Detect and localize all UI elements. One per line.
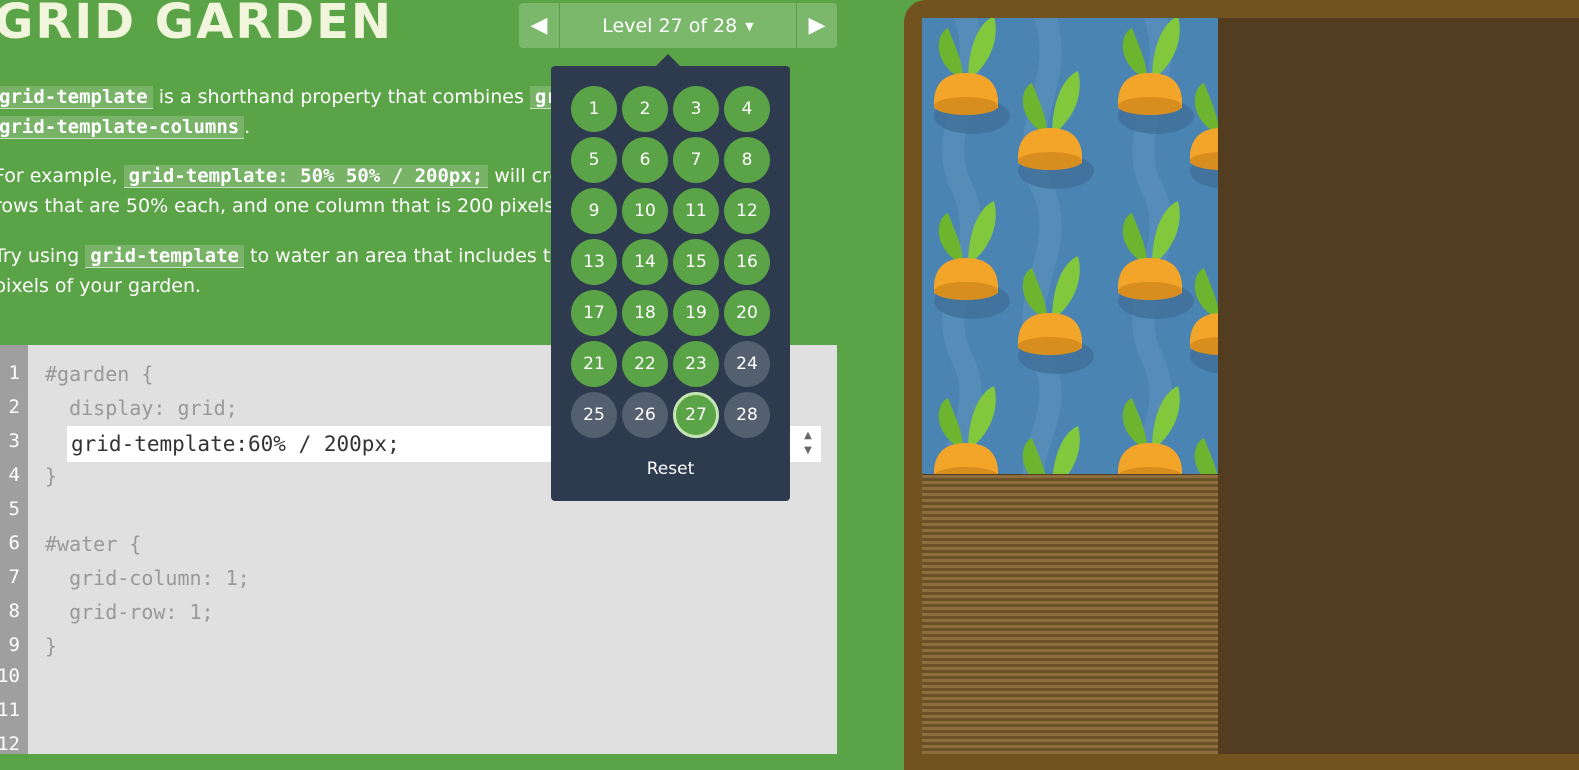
level-button-9[interactable]: 9 [571, 188, 617, 234]
level-button-11[interactable]: 11 [673, 188, 719, 234]
level-button-26[interactable]: 26 [622, 392, 668, 438]
line-number: 1 [8, 362, 20, 384]
line-number: 10 [0, 665, 20, 687]
level-button-23[interactable]: 23 [673, 341, 719, 387]
level-button-8[interactable]: 8 [724, 137, 770, 183]
level-button-4[interactable]: 4 [724, 86, 770, 132]
level-button-7[interactable]: 7 [673, 137, 719, 183]
code-line: display: grid; [45, 396, 238, 420]
code-line: #water { [45, 532, 142, 556]
caret-down-icon: ▼ [745, 19, 754, 33]
code-snippet: grid-template [85, 245, 244, 268]
level-label: Level 27 of 28 [602, 14, 738, 37]
code-snippet: grid-template [0, 86, 153, 109]
water-area [922, 18, 1218, 474]
level-button-3[interactable]: 3 [673, 86, 719, 132]
line-number: 5 [8, 498, 20, 520]
reset-button[interactable]: Reset [551, 459, 790, 479]
level-button-21[interactable]: 21 [571, 341, 617, 387]
spin-up-icon[interactable]: ▲ [799, 428, 817, 443]
instruction-text: For example, [0, 165, 124, 187]
line-number: 9 [8, 634, 20, 656]
level-button-24[interactable]: 24 [724, 341, 770, 387]
instruction-text: rows that are 50% each, and one column t… [0, 195, 611, 217]
level-button-6[interactable]: 6 [622, 137, 668, 183]
level-button-25[interactable]: 25 [571, 392, 617, 438]
level-button-12[interactable]: 12 [724, 188, 770, 234]
triangle-left-icon: ◀ [530, 13, 548, 38]
code-line: } [45, 634, 58, 658]
level-button-27[interactable]: 27 [673, 392, 719, 438]
instruction-text: pixels of your garden. [0, 275, 202, 297]
level-button-14[interactable]: 14 [622, 239, 668, 285]
line-number: 8 [8, 600, 20, 622]
level-button-28[interactable]: 28 [724, 392, 770, 438]
level-button-17[interactable]: 17 [571, 290, 617, 336]
code-line: #garden { [45, 362, 154, 386]
level-button-13[interactable]: 13 [571, 239, 617, 285]
line-number: 2 [8, 396, 20, 418]
line-number: 4 [8, 464, 20, 486]
level-button-22[interactable]: 22 [622, 341, 668, 387]
carrot-icon [1022, 426, 1080, 474]
level-button-1[interactable]: 1 [571, 86, 617, 132]
input-spinner[interactable]: ▲ ▼ [799, 428, 817, 460]
line-number: 3 [8, 430, 20, 452]
instruction-text: is a shorthand property that combines [152, 86, 530, 108]
prev-level-button[interactable]: ◀ [519, 3, 560, 48]
level-button-15[interactable]: 15 [673, 239, 719, 285]
line-number: 6 [8, 532, 20, 554]
level-button-18[interactable]: 18 [622, 290, 668, 336]
spin-down-icon[interactable]: ▼ [799, 443, 817, 458]
carrot-icon [1190, 83, 1218, 189]
code-snippet: grid-template-columns [0, 116, 245, 139]
level-indicator[interactable]: Level 27 of 28 ▼ [560, 15, 796, 37]
line-number: 7 [8, 566, 20, 588]
water-garden-illustration [934, 18, 1218, 474]
next-level-button[interactable]: ▶ [796, 3, 837, 48]
level-button-10[interactable]: 10 [622, 188, 668, 234]
instruction-text: . [244, 116, 251, 138]
code-snippet: grid-template: 50% 50% / 200px; [123, 165, 489, 188]
code-line: grid-row: 1; [45, 600, 214, 624]
level-button-20[interactable]: 20 [724, 290, 770, 336]
level-button-5[interactable]: 5 [571, 137, 617, 183]
line-number-gutter: 1 2 3 4 5 6 7 8 9 10 11 12 [0, 345, 28, 754]
carrot-icon [1190, 268, 1218, 374]
level-picker-dropdown: 1 2 3 4 5 6 7 8 9 10 11 12 13 14 15 16 17 18 19 20 21 22 23 24 2… [551, 54, 790, 501]
page-title: GRID GARDEN [0, 0, 394, 50]
level-button-19[interactable]: 19 [673, 290, 719, 336]
level-button-16[interactable]: 16 [724, 239, 770, 285]
line-number: 12 [0, 733, 20, 754]
level-navigator: ◀ Level 27 of 28 ▼ ▶ [519, 3, 837, 48]
carrot-icon [1194, 438, 1218, 474]
level-button-2[interactable]: 2 [622, 86, 668, 132]
garden-grid-lines [922, 475, 1218, 754]
level-grid: 1 2 3 4 5 6 7 8 9 10 11 12 13 14 15 16 17 18 19 20 21 22 23 24 2… [571, 86, 770, 438]
instruction-text: Try using [0, 245, 86, 267]
line-number: 11 [0, 699, 20, 721]
triangle-right-icon: ▶ [808, 13, 826, 38]
code-line: grid-column: 1; [45, 566, 250, 590]
code-line: } [45, 464, 58, 488]
